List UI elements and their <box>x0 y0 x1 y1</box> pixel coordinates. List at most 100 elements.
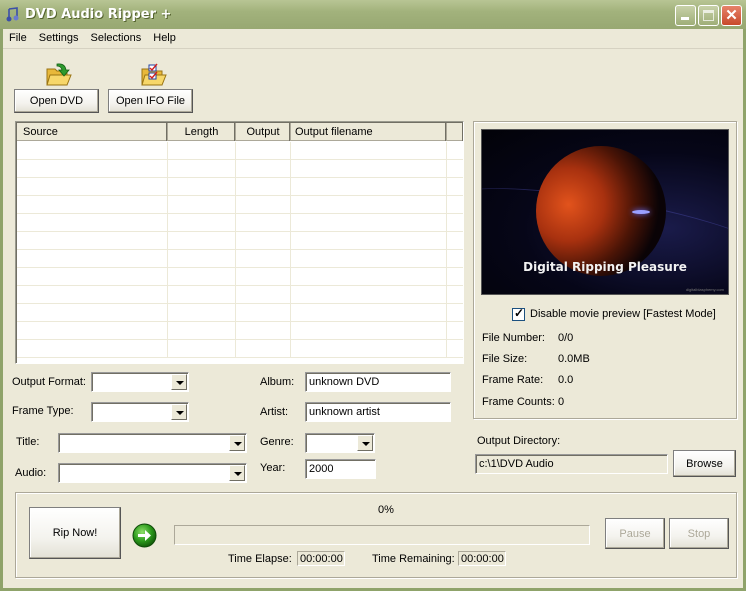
table-row[interactable] <box>17 340 463 358</box>
app-window: DVD Audio Ripper + ✕ File Settings Selec… <box>0 0 746 591</box>
table-row[interactable] <box>17 142 463 160</box>
table-cell <box>168 322 236 339</box>
table-cell <box>17 268 168 285</box>
audio-select[interactable] <box>58 463 247 483</box>
browse-button[interactable]: Browse <box>673 450 736 477</box>
table-cell <box>17 322 168 339</box>
table-cell <box>291 160 447 177</box>
column-header-output-filename[interactable]: Output filename <box>291 123 447 141</box>
table-cell <box>168 304 236 321</box>
chevron-down-icon[interactable] <box>171 404 187 420</box>
table-row[interactable] <box>17 160 463 178</box>
table-row[interactable] <box>17 250 463 268</box>
table-cell <box>17 286 168 303</box>
menu-help[interactable]: Help <box>147 29 182 48</box>
table-cell <box>168 178 236 195</box>
table-row[interactable] <box>17 322 463 340</box>
chevron-down-icon[interactable] <box>229 465 245 481</box>
title-label: Title: <box>16 436 40 448</box>
output-directory-input[interactable]: c:\1\DVD Audio <box>475 454 668 474</box>
column-header-length[interactable]: Length <box>168 123 236 141</box>
table-cell <box>17 178 168 195</box>
chevron-down-icon[interactable] <box>171 374 187 390</box>
table-row[interactable] <box>17 286 463 304</box>
time-elapse-value: 00:00:00 <box>297 551 345 566</box>
year-input[interactable]: 2000 <box>305 459 376 479</box>
column-header-extra[interactable] <box>447 123 463 141</box>
menu-file[interactable]: File <box>3 29 33 48</box>
preview-caption: Digital Ripping Pleasure <box>523 260 687 274</box>
table-row[interactable] <box>17 196 463 214</box>
audio-label: Audio: <box>15 467 47 479</box>
table-cell <box>447 142 463 159</box>
table-cell <box>291 214 447 231</box>
table-cell <box>236 286 291 303</box>
table-row[interactable] <box>17 214 463 232</box>
folder-open-arrow-icon[interactable] <box>45 61 73 87</box>
table-cell <box>291 196 447 213</box>
album-input[interactable]: unknown DVD <box>305 372 451 392</box>
stop-button[interactable]: Stop <box>669 518 729 549</box>
open-dvd-button[interactable]: Open DVD <box>14 89 99 113</box>
title-select[interactable] <box>58 433 247 453</box>
column-header-source[interactable]: Source <box>17 123 168 141</box>
chevron-down-icon[interactable] <box>229 435 245 451</box>
close-button[interactable]: ✕ <box>721 5 742 26</box>
table-cell <box>291 250 447 267</box>
disable-preview-label[interactable]: Disable movie preview [Fastest Mode] <box>530 308 716 320</box>
table-row[interactable] <box>17 304 463 322</box>
output-format-select[interactable] <box>91 372 189 392</box>
year-label: Year: <box>260 462 286 474</box>
preview-credit: digitalblasphemy.com <box>685 287 724 292</box>
genre-label: Genre: <box>260 436 294 448</box>
table-cell <box>168 268 236 285</box>
maximize-icon <box>703 10 714 21</box>
table-cell <box>168 214 236 231</box>
close-icon: ✕ <box>725 7 738 24</box>
table-cell <box>17 250 168 267</box>
table-row[interactable] <box>17 268 463 286</box>
menu-selections[interactable]: Selections <box>84 29 147 48</box>
maximize-button[interactable] <box>698 5 719 26</box>
table-cell <box>236 160 291 177</box>
track-list-rows <box>17 142 463 358</box>
output-format-label: Output Format: <box>12 376 86 388</box>
pause-button[interactable]: Pause <box>605 518 665 549</box>
table-cell <box>291 322 447 339</box>
file-size-label: File Size: <box>482 353 528 365</box>
table-row[interactable] <box>17 178 463 196</box>
table-cell <box>17 232 168 249</box>
artist-input[interactable]: unknown artist <box>305 402 451 422</box>
table-cell <box>291 304 447 321</box>
minimize-button[interactable] <box>675 5 696 26</box>
table-cell <box>291 340 447 357</box>
folder-checklist-icon[interactable] <box>140 61 168 87</box>
frame-type-select[interactable] <box>91 402 189 422</box>
menu-settings[interactable]: Settings <box>33 29 85 48</box>
table-cell <box>447 214 463 231</box>
table-cell <box>447 268 463 285</box>
frame-counts-label: Frame Counts: <box>482 396 555 408</box>
genre-select[interactable] <box>305 433 375 453</box>
table-cell <box>17 340 168 357</box>
go-arrow-icon[interactable] <box>132 523 157 548</box>
progress-bar <box>174 525 590 545</box>
rip-now-button[interactable]: Rip Now! <box>29 507 121 559</box>
chevron-down-icon[interactable] <box>357 435 373 451</box>
table-cell <box>168 196 236 213</box>
table-cell <box>236 142 291 159</box>
open-ifo-file-button[interactable]: Open IFO File <box>108 89 193 113</box>
time-remaining-label: Time Remaining: <box>372 553 455 565</box>
checkmark-icon: ✓ <box>514 306 525 320</box>
table-cell <box>447 178 463 195</box>
table-cell <box>168 286 236 303</box>
column-header-output[interactable]: Output <box>236 123 291 141</box>
track-list[interactable]: Source Length Output Output filename <box>15 121 464 364</box>
title-bar[interactable]: DVD Audio Ripper + ✕ <box>0 0 746 29</box>
frame-counts-value: 0 <box>558 396 565 408</box>
table-cell <box>168 250 236 267</box>
table-row[interactable] <box>17 232 463 250</box>
table-cell <box>236 250 291 267</box>
table-cell <box>291 268 447 285</box>
disable-preview-checkbox[interactable]: ✓ <box>512 306 525 321</box>
